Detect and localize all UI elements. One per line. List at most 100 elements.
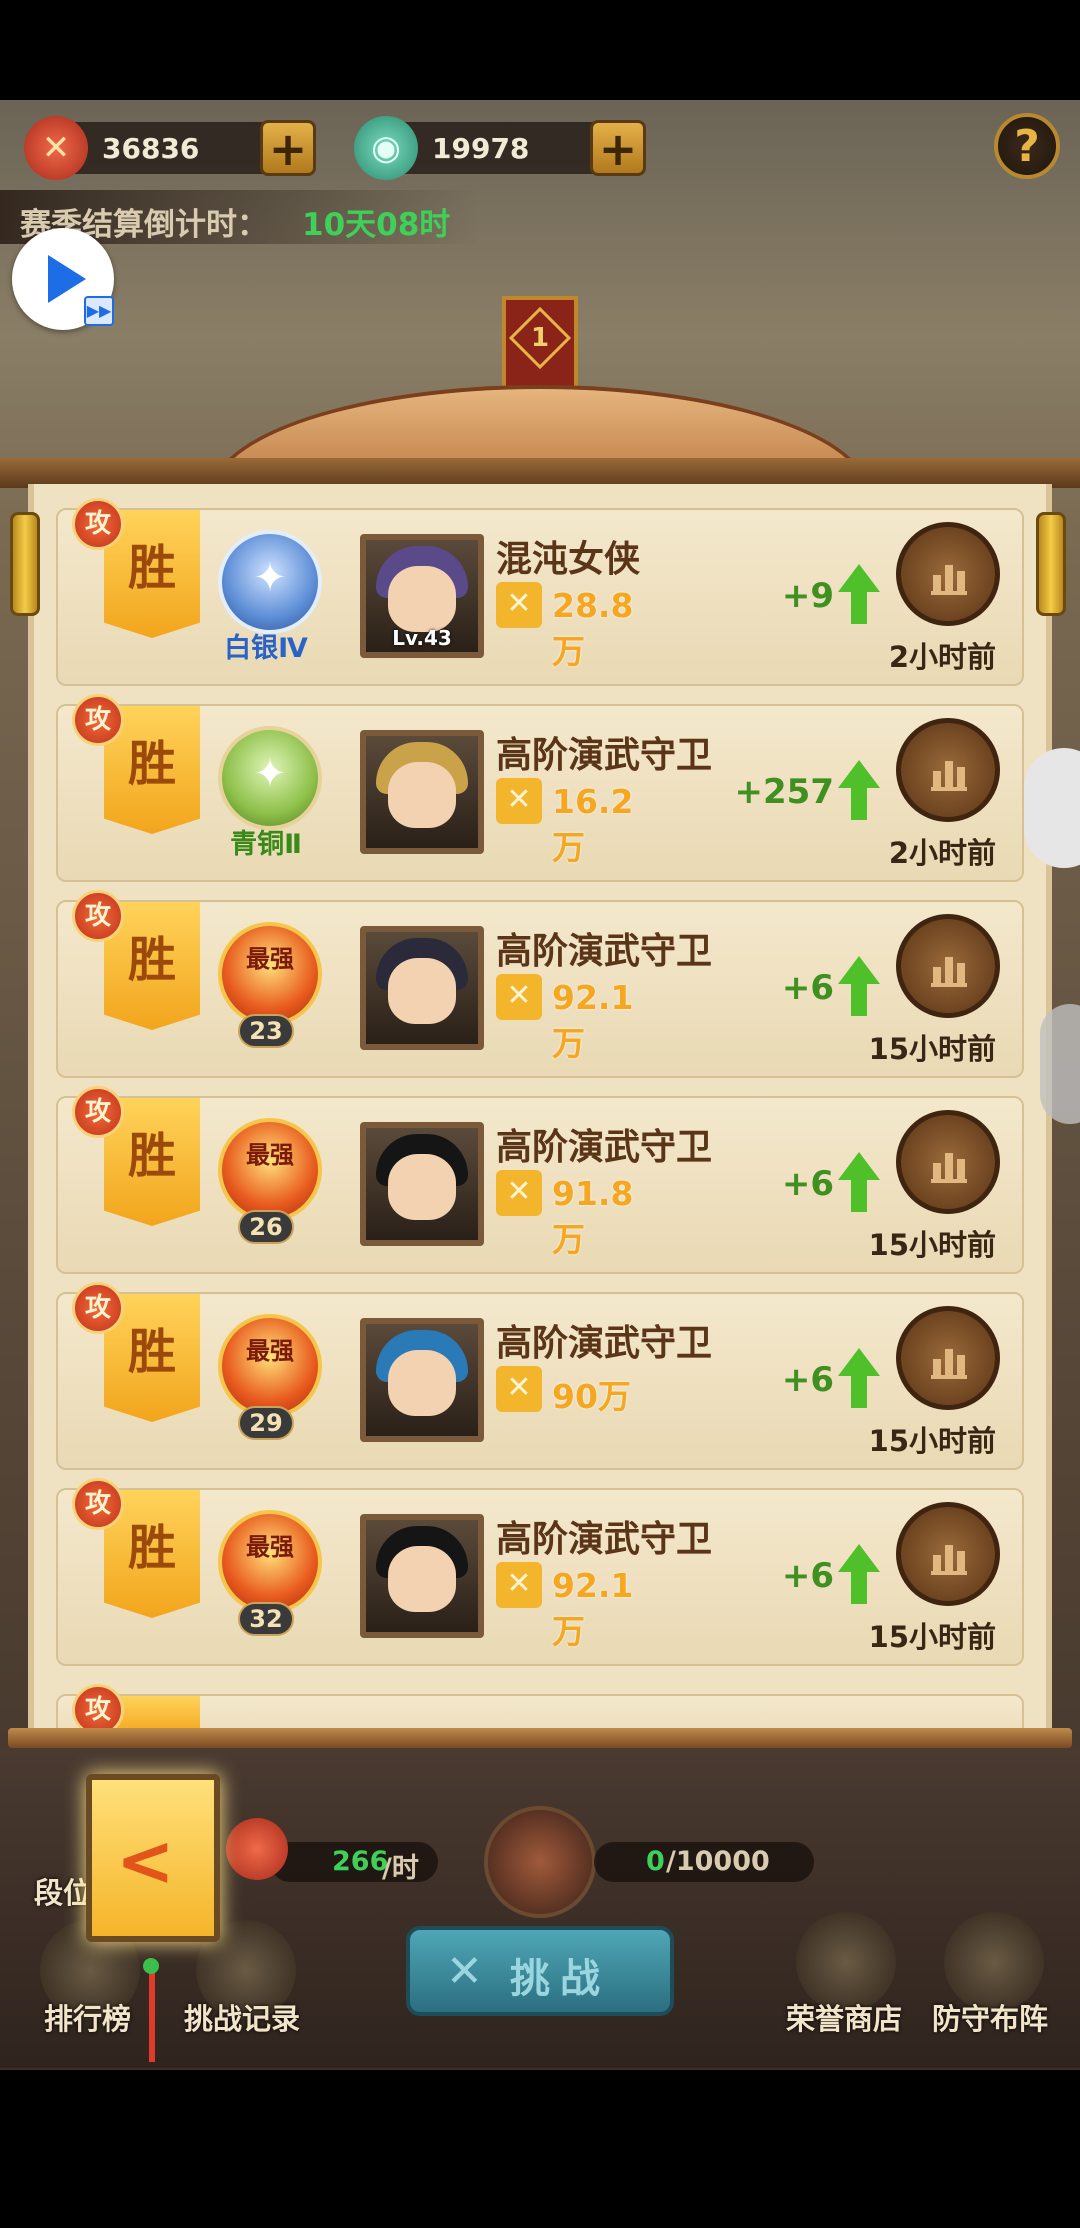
replay-icon	[931, 1145, 967, 1183]
player-name: 高阶演武守卫	[496, 735, 713, 776]
score-change: +6	[781, 1164, 834, 1204]
player-level: Lv.43	[392, 626, 452, 650]
replay-button[interactable]	[896, 1502, 1000, 1606]
combat-power-icon: ✕	[496, 1170, 542, 1216]
rank-tier-label: 白银Ⅳ	[224, 633, 308, 664]
side-floating-icon[interactable]	[1024, 748, 1080, 868]
combat-power: ✕ 92.1万	[496, 1562, 666, 1651]
list-item[interactable]: 胜攻最强 26 高阶演武守卫 ✕ 91.8万 +6 15小时前	[56, 1086, 1024, 1274]
combat-power-value: 92.1万	[552, 1566, 634, 1651]
countdown-value: 10天08时	[302, 207, 451, 243]
add-jade-button[interactable]: +	[590, 120, 646, 176]
medal-icon: ✕	[24, 116, 88, 180]
fast-forward-icon[interactable]: ▶▶	[84, 296, 114, 326]
up-arrow-icon	[838, 564, 880, 628]
tier-label[interactable]: 段位	[34, 1870, 92, 1912]
rank-badge-icon: 最强	[218, 1314, 322, 1418]
challenge-button[interactable]: ✕ 挑战	[406, 1926, 674, 2016]
play-icon	[48, 255, 86, 303]
scroll-rod-bottom	[8, 1728, 1072, 1748]
up-arrow-icon	[838, 760, 880, 824]
combat-power-value: 90万	[552, 1377, 631, 1416]
honor-shop-label[interactable]: 荣誉商店	[786, 1996, 902, 2038]
list-item[interactable]: 胜攻最强 32 高阶演武守卫 ✕ 92.1万 +6 15小时前	[56, 1478, 1024, 1666]
record-time: 15小时前	[868, 1424, 996, 1458]
challenge-label: 挑战	[510, 1956, 610, 2002]
combat-power-icon: ✕	[496, 974, 542, 1020]
scroll-knob-left	[10, 512, 40, 616]
rank-badge-icon: 最强	[218, 1510, 322, 1614]
replay-button[interactable]	[896, 1306, 1000, 1410]
combat-power-icon: ✕	[496, 1562, 542, 1608]
player-avatar[interactable]: Lv.43	[360, 534, 484, 658]
score-change: +6	[781, 1360, 834, 1400]
treasure-chest-icon[interactable]	[484, 1806, 596, 1918]
player-name: 高阶演武守卫	[496, 1519, 713, 1560]
badge-title: 最强	[246, 1141, 294, 1169]
resource-bar: ✕ 36836 + ◉ 19978 +	[0, 100, 1080, 195]
rank-tier-label: 青铜Ⅱ	[230, 829, 302, 860]
rank-number-badge: 23	[238, 1014, 294, 1048]
combat-power-value: 16.2万	[552, 782, 634, 867]
challenge-record-label[interactable]: 挑战记录	[184, 1996, 300, 2038]
badge-title: 最强	[246, 1337, 294, 1365]
rank-badge-icon: 最强	[218, 1118, 322, 1222]
defense-formation-label[interactable]: 防守布阵	[932, 1996, 1048, 2038]
player-name: 混沌女侠	[496, 539, 641, 580]
attack-tag: 攻	[72, 1478, 124, 1530]
rank-number-badge: 26	[238, 1210, 294, 1244]
battle-record-list[interactable]: 胜攻 ✦ 白银Ⅳ Lv.43 混沌女侠 ✕ 28.8万 +9 2小时前胜攻 ✦ 青铜Ⅱ 高阶演武守卫 ✕…	[28, 484, 1052, 1734]
attack-tag: 攻	[72, 1282, 124, 1334]
record-time: 15小时前	[868, 1620, 996, 1654]
combat-power-value: 91.8万	[552, 1174, 634, 1259]
badge-title: 最强	[246, 1533, 294, 1561]
attack-tag: 攻	[72, 1684, 124, 1734]
replay-icon	[931, 557, 967, 595]
replay-button[interactable]	[896, 522, 1000, 626]
ranking-label[interactable]: 排行榜	[44, 1996, 131, 2038]
scroll-knob-right	[1036, 512, 1066, 616]
replay-icon	[931, 753, 967, 791]
medal-icon	[226, 1818, 288, 1880]
back-button-indicator	[143, 1958, 159, 1974]
list-item[interactable]: 胜攻最强 29 高阶演武守卫 ✕ 90万 +6 15小时前	[56, 1282, 1024, 1470]
list-item[interactable]: 胜攻最强 23 高阶演武守卫 ✕ 92.1万 +6 15小时前	[56, 890, 1024, 1078]
replay-icon	[931, 1537, 967, 1575]
rank-number-badge: 29	[238, 1406, 294, 1440]
back-button[interactable]: <	[86, 1774, 220, 1942]
list-item[interactable]: 胜攻 ✦ 青铜Ⅱ 高阶演武守卫 ✕ 16.2万 +257 2小时前	[56, 694, 1024, 882]
player-name: 高阶演武守卫	[496, 1323, 713, 1364]
replay-button[interactable]	[896, 1110, 1000, 1214]
player-avatar[interactable]	[360, 1318, 484, 1442]
record-time: 2小时前	[888, 640, 996, 674]
replay-button[interactable]	[896, 718, 1000, 822]
player-avatar[interactable]	[360, 730, 484, 854]
jade-coin-icon: ◉	[354, 116, 418, 180]
record-time: 15小时前	[868, 1228, 996, 1262]
list-item[interactable]: 胜攻 ✦ 白银Ⅳ Lv.43 混沌女侠 ✕ 28.8万 +9 2小时前	[56, 498, 1024, 686]
combat-power: ✕ 16.2万	[496, 778, 666, 867]
replay-icon	[931, 1341, 967, 1379]
score-change: +6	[781, 1556, 834, 1596]
player-avatar[interactable]	[360, 1514, 484, 1638]
record-time: 15小时前	[868, 1032, 996, 1066]
player-avatar[interactable]	[360, 1122, 484, 1246]
rank-number: 1	[530, 323, 550, 353]
replay-button[interactable]	[896, 914, 1000, 1018]
income-rate-value: 266	[332, 1846, 389, 1877]
rank-badge-icon: ✦	[218, 726, 322, 830]
add-medal-button[interactable]: +	[260, 120, 316, 176]
back-arrow-icon: <	[116, 1820, 175, 1902]
back-button-rope	[149, 1962, 155, 2062]
up-arrow-icon	[838, 956, 880, 1020]
combat-power: ✕ 91.8万	[496, 1170, 666, 1259]
crossed-swords-icon: ✕	[446, 1946, 483, 1997]
side-floating-tab[interactable]	[1040, 1004, 1080, 1124]
score-change: +9	[781, 576, 834, 616]
help-icon[interactable]: ?	[994, 113, 1060, 179]
score-change: +6	[781, 968, 834, 1008]
combat-power-icon: ✕	[496, 778, 542, 824]
rank-badge-icon: 最强	[218, 922, 322, 1026]
income-progress-total: /10000	[666, 1846, 770, 1877]
player-avatar[interactable]	[360, 926, 484, 1050]
